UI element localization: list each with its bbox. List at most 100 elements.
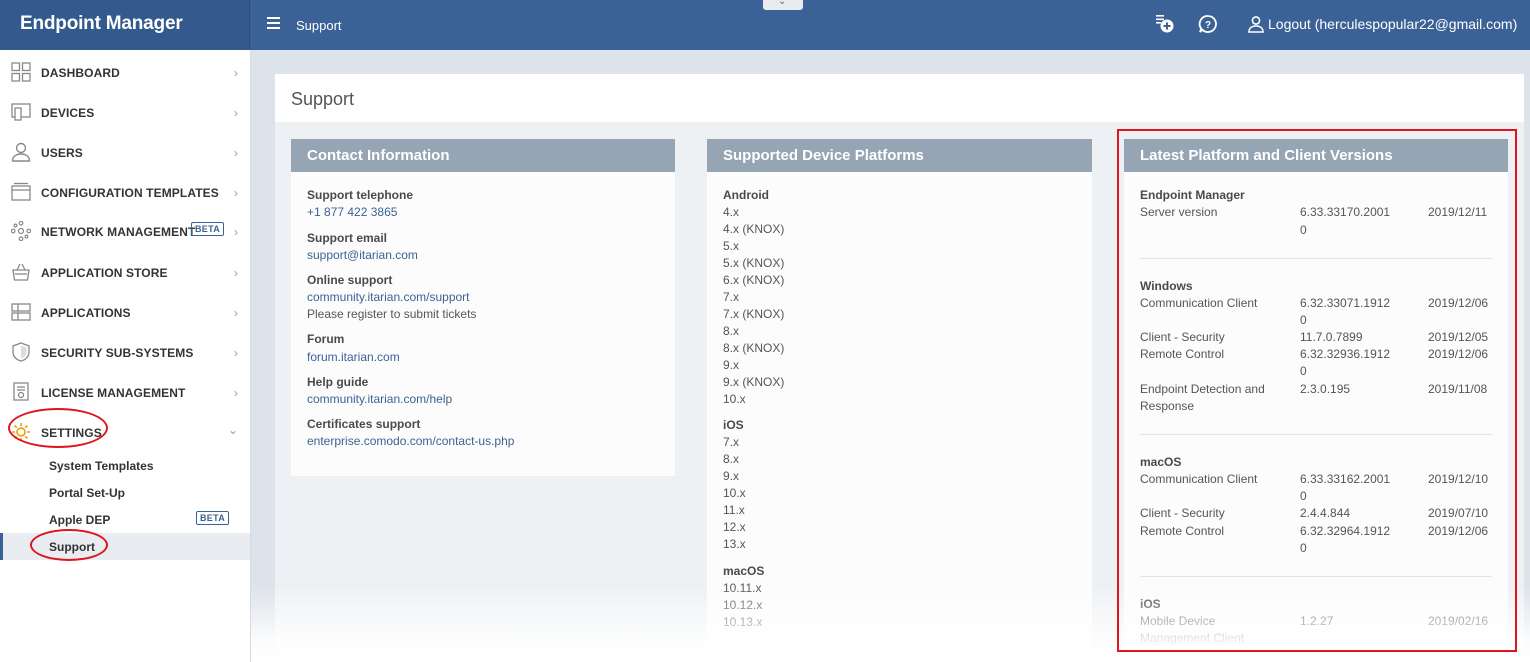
component-name: Mobile Device xyxy=(1140,614,1216,628)
sidebar-item-label: DEVICES xyxy=(41,106,95,120)
platform-version: 9.x (KNOX) xyxy=(723,375,785,389)
platform-group-name: macOS xyxy=(723,564,765,578)
sidebar-item-dashboard[interactable]: DASHBOARD › xyxy=(0,52,250,92)
help-icon[interactable]: ? xyxy=(1198,14,1218,34)
component-version: 2.3.0.195 xyxy=(1300,382,1351,396)
component-name: Communication Client xyxy=(1140,472,1258,486)
component-name: Endpoint Detection and xyxy=(1140,382,1265,396)
menu-toggle-icon[interactable] xyxy=(267,17,280,29)
page-title: Support xyxy=(291,89,355,109)
sidebar-item-security-sub-systems[interactable]: SECURITY SUB-SYSTEMS › xyxy=(0,332,250,372)
component-version-wrap: 0 xyxy=(1300,541,1307,555)
contact-label: Support email xyxy=(307,231,388,245)
contact-label: Help guide xyxy=(307,375,369,389)
add-ticket-icon[interactable] xyxy=(1155,14,1175,34)
online-support-link[interactable]: community.itarian.com/support xyxy=(307,290,470,304)
sidebar: DASHBOARD › DEVICES › USERS › CONFIGURAT… xyxy=(0,50,251,662)
certificates-support-link[interactable]: enterprise.comodo.com/contact-us.php xyxy=(307,434,514,448)
component-version-wrap: 0 xyxy=(1300,364,1307,378)
platform-version: 10.12.x xyxy=(723,598,763,612)
breadcrumb: Support xyxy=(296,18,342,33)
panel-title: Contact Information xyxy=(307,147,450,164)
sidebar-item-label: APPLICATION STORE xyxy=(41,266,168,280)
store-icon xyxy=(12,263,30,281)
collapse-header-tab[interactable]: ⌄ xyxy=(763,0,803,10)
app-title: Endpoint Manager xyxy=(20,13,183,34)
sidebar-item-devices[interactable]: DEVICES › xyxy=(0,92,250,132)
support-email-link[interactable]: support@itarian.com xyxy=(307,248,418,262)
component-version-wrap: 0 xyxy=(1300,489,1307,503)
panel-header: Contact Information xyxy=(291,139,675,172)
divider xyxy=(1140,434,1492,435)
chevron-right-icon: › xyxy=(234,225,238,239)
platform-group-name: Android xyxy=(723,188,769,202)
platform-version: 10.11.x xyxy=(723,581,762,595)
chevron-down-icon: ⌄ xyxy=(227,423,238,437)
sidebar-item-applications[interactable]: APPLICATIONS › xyxy=(0,292,250,332)
contact-label: Online support xyxy=(307,273,393,287)
platform-version: 12.x xyxy=(723,520,746,534)
component-name: Remote Control xyxy=(1140,524,1225,538)
dashboard-icon xyxy=(11,62,31,82)
support-highlight-ellipse xyxy=(30,529,108,561)
user-icon xyxy=(11,142,31,162)
platform-version: 6.x (KNOX) xyxy=(723,273,785,287)
panel-header: Latest Platform and Client Versions xyxy=(1124,139,1508,172)
forum-link[interactable]: forum.itarian.com xyxy=(307,350,400,364)
component-version-wrap: 0 xyxy=(1300,313,1307,327)
supported-platforms-panel: Supported Device Platforms Android 4.x 4… xyxy=(707,139,1092,662)
sidebar-item-application-store[interactable]: APPLICATION STORE › xyxy=(0,252,250,292)
platform-version: 7.x xyxy=(723,435,740,449)
version-group-name: macOS xyxy=(1140,455,1182,469)
component-version: 2.4.4.844 xyxy=(1300,506,1351,520)
component-version: 6.32.32964.1912 xyxy=(1300,524,1391,538)
platform-group-name: iOS xyxy=(723,418,744,432)
sidebar-item-configuration-templates[interactable]: CONFIGURATION TEMPLATES › xyxy=(0,172,250,212)
component-name: Client - Security xyxy=(1140,330,1225,344)
platform-version: 9.x xyxy=(723,358,740,372)
platform-version: 10.x xyxy=(723,392,746,406)
platform-version: 8.x xyxy=(723,452,740,466)
chevron-right-icon: › xyxy=(234,106,238,120)
help-guide-link[interactable]: community.itarian.com/help xyxy=(307,392,452,406)
sidebar-item-network-management[interactable]: NETWORK MANAGEMENT BETA › xyxy=(0,211,250,251)
component-name: Client - Security xyxy=(1140,506,1225,520)
top-bar: Endpoint Manager Support ⌄ ? Logout (her… xyxy=(0,0,1530,50)
chevron-right-icon: › xyxy=(234,346,238,360)
chevron-right-icon: › xyxy=(234,306,238,320)
component-name-wrap: Management Client xyxy=(1140,631,1245,645)
chevron-right-icon: › xyxy=(234,386,238,400)
online-support-note: Please register to submit tickets xyxy=(307,307,477,321)
version-group-name: Endpoint Manager xyxy=(1140,188,1245,202)
chevron-right-icon: › xyxy=(234,266,238,280)
brand[interactable]: Endpoint Manager xyxy=(0,0,250,50)
sidebar-subitem-label: Portal Set-Up xyxy=(49,486,126,500)
component-version: 6.33.33170.2001 xyxy=(1300,205,1391,219)
platform-version: 11.x xyxy=(723,503,745,517)
support-phone-link[interactable]: +1 877 422 3865 xyxy=(307,205,397,219)
settings-highlight-ellipse xyxy=(8,408,108,448)
sidebar-item-users[interactable]: USERS › xyxy=(0,132,250,172)
templates-icon xyxy=(11,182,31,201)
sidebar-item-license-management[interactable]: LICENSE MANAGEMENT › xyxy=(0,372,250,412)
applications-icon xyxy=(11,303,31,321)
sidebar-subitem-portal-set-up[interactable]: Portal Set-Up xyxy=(0,479,250,506)
sidebar-subitem-label: System Templates xyxy=(49,459,154,473)
component-version-wrap: 0 xyxy=(1300,223,1307,237)
divider xyxy=(1140,576,1492,577)
component-date: 2019/12/06 xyxy=(1428,524,1489,538)
page-header: Support xyxy=(275,74,1524,122)
contact-label: Certificates support xyxy=(307,417,421,431)
component-version: 6.33.33162.2001 xyxy=(1300,472,1391,486)
component-version: 11.7.0.7899 xyxy=(1300,330,1363,344)
sidebar-subitem-apple-dep[interactable]: Apple DEP BETA xyxy=(0,506,250,533)
beta-badge: BETA xyxy=(191,222,225,236)
logout-label: Logout (herculespopular22@gmail.com) xyxy=(1268,16,1518,32)
user-icon xyxy=(1248,16,1264,33)
sidebar-item-label: LICENSE MANAGEMENT xyxy=(41,386,186,400)
component-date: 2019/02/16 xyxy=(1428,614,1489,628)
panel-title: Supported Device Platforms xyxy=(723,147,924,164)
sidebar-item-label: USERS xyxy=(41,146,83,160)
platform-version: 4.x (KNOX) xyxy=(723,222,785,236)
sidebar-subitem-system-templates[interactable]: System Templates xyxy=(0,452,250,479)
